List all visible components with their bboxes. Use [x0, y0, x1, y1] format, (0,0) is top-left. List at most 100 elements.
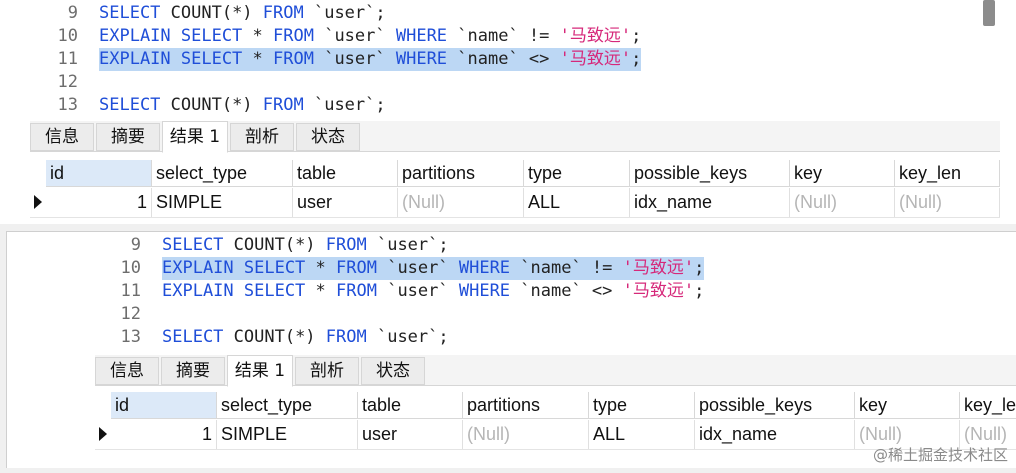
sql-keyword: FROM	[336, 258, 377, 278]
row-indicator-icon	[34, 195, 42, 209]
column-header-type[interactable]: type	[524, 160, 630, 187]
bottom-result-tabs: 信息 摘要 结果 1 剖析 状态	[95, 355, 1016, 387]
column-header-id[interactable]: id	[46, 160, 152, 187]
line-number: 10	[57, 26, 78, 46]
code-line[interactable]: 9 SELECT COUNT(*) FROM `user`;	[26, 2, 926, 25]
code-line[interactable]: 13 SELECT COUNT(*) FROM `user`;	[26, 94, 926, 116]
column-header-type[interactable]: type	[589, 392, 695, 419]
code-line[interactable]: 12	[63, 303, 963, 326]
column-header-partitions[interactable]: partitions	[398, 160, 524, 187]
column-header-possible-keys[interactable]: possible_keys	[695, 392, 855, 419]
sql-keyword: WHERE	[395, 26, 448, 46]
tab-result-1[interactable]: 结果 1	[227, 355, 293, 387]
cell-select-type[interactable]: SIMPLE	[152, 188, 293, 217]
tab-status[interactable]: 状态	[296, 123, 360, 151]
sql-identifier: COUNT(*)	[223, 327, 326, 347]
sql-keyword: FROM	[325, 327, 367, 347]
tab-result-1[interactable]: 结果 1	[162, 121, 228, 153]
sql-keyword: FROM	[325, 235, 367, 255]
cell-type[interactable]: ALL	[524, 188, 630, 217]
sql-identifier: `user`	[313, 26, 396, 46]
column-header-select-type[interactable]: select_type	[152, 160, 293, 187]
sql-identifier: ;	[694, 258, 705, 278]
column-header-key[interactable]: key	[790, 160, 895, 187]
cell-table[interactable]: user	[293, 188, 398, 217]
sql-identifier: COUNT(*)	[223, 235, 326, 255]
bottom-panel: 9 SELECT COUNT(*) FROM `user`; 10 EXPLAIN S…	[6, 231, 1016, 468]
top-editor[interactable]: 9 SELECT COUNT(*) FROM `user`; 10 EXPLAIN S…	[26, 0, 976, 116]
code-text: SELECT COUNT(*) FROM `user`;	[162, 234, 449, 257]
cell-key[interactable]: (Null)	[790, 188, 895, 217]
sql-identifier: ;	[631, 26, 642, 46]
line-number: 13	[120, 327, 141, 347]
cell-partitions[interactable]: (Null)	[398, 188, 524, 217]
sql-keyword: EXPLAIN SELECT	[162, 281, 306, 301]
row-divider	[30, 217, 1000, 218]
line-number: 11	[120, 281, 141, 301]
line-number: 9	[130, 235, 141, 255]
watermark: @稀土掘金技术社区	[872, 446, 1008, 464]
sql-keyword: WHERE	[458, 281, 511, 301]
cell-select-type[interactable]: SIMPLE	[217, 420, 358, 449]
bottom-result-grid: id 1 select_type SIMPLE table user partitions(…	[95, 392, 1016, 452]
code-line[interactable]: 11 EXPLAIN SELECT * FROM `user` WHERE `na…	[26, 48, 926, 71]
column-header-id[interactable]: id	[111, 392, 217, 419]
code-line[interactable]: 11 EXPLAIN SELECT * FROM `user` WHERE `na…	[63, 280, 963, 303]
cell-id[interactable]: 1	[111, 420, 217, 449]
sql-keyword: WHERE	[395, 49, 448, 69]
code-line[interactable]: 9 SELECT COUNT(*) FROM `user`;	[63, 234, 963, 257]
code-text: SELECT COUNT(*) FROM `user`;	[162, 326, 449, 349]
column-header-table[interactable]: table	[293, 160, 398, 187]
column-header-key-len[interactable]: key_len	[895, 160, 1000, 187]
sql-identifier: `user`	[313, 49, 396, 69]
cell-key-len[interactable]: (Null)	[895, 188, 1000, 217]
sql-identifier: `name` !=	[510, 258, 623, 278]
line-number: 13	[57, 95, 78, 115]
tab-info[interactable]: 信息	[30, 123, 94, 151]
cell-possible-keys[interactable]: idx_name	[630, 188, 790, 217]
sql-identifier: *	[242, 49, 274, 69]
sql-string: '马致远'	[559, 49, 632, 69]
cell-type[interactable]: ALL	[589, 420, 695, 449]
selected-code-text: EXPLAIN SELECT * FROM `user` WHERE `name…	[99, 48, 642, 71]
cell-id[interactable]: 1	[46, 188, 152, 217]
column-header-select-type[interactable]: select_type	[217, 392, 358, 419]
row-indicator-icon	[99, 427, 107, 441]
sql-identifier: `user`;	[303, 3, 386, 23]
sql-string: '马致远'	[559, 26, 632, 46]
tab-summary[interactable]: 摘要	[161, 357, 225, 385]
cell-partitions[interactable]: (Null)	[463, 420, 589, 449]
sql-identifier: COUNT(*)	[160, 95, 263, 115]
code-line[interactable]: 10 EXPLAIN SELECT * FROM `user` WHERE `na…	[26, 25, 926, 48]
sql-identifier: *	[305, 258, 337, 278]
tab-status[interactable]: 状态	[361, 357, 425, 385]
tab-profile[interactable]: 剖析	[230, 123, 294, 151]
tab-info[interactable]: 信息	[95, 357, 159, 385]
tab-summary[interactable]: 摘要	[96, 123, 160, 151]
sql-identifier: `user`;	[366, 235, 449, 255]
sql-identifier: ;	[694, 281, 705, 301]
tab-profile[interactable]: 剖析	[295, 357, 359, 385]
code-text: EXPLAIN SELECT * FROM `user` WHERE `name…	[162, 280, 704, 303]
code-line[interactable]: 12	[26, 71, 926, 94]
sql-keyword: WHERE	[458, 258, 511, 278]
top-editor-scrollbar[interactable]	[983, 0, 995, 26]
top-result-tabs: 信息 摘要 结果 1 剖析 状态	[30, 121, 1000, 153]
line-number: 10	[120, 258, 141, 278]
sql-keyword: SELECT	[162, 327, 224, 347]
top-panel: 9 SELECT COUNT(*) FROM `user`; 10 EXPLAIN S…	[0, 0, 1016, 224]
code-line[interactable]: 10 EXPLAIN SELECT * FROM `user` WHERE `na…	[63, 257, 963, 280]
column-header-possible-keys[interactable]: possible_keys	[630, 160, 790, 187]
cell-possible-keys[interactable]: idx_name	[695, 420, 855, 449]
code-line[interactable]: 13 SELECT COUNT(*) FROM `user`;	[63, 326, 963, 349]
sql-identifier: `name` <>	[447, 49, 560, 69]
sql-identifier: *	[305, 281, 337, 301]
code-text: EXPLAIN SELECT * FROM `user` WHERE `name…	[99, 25, 641, 48]
column-header-key[interactable]: key	[855, 392, 960, 419]
column-header-key-len[interactable]: key_len	[960, 392, 1016, 419]
line-number: 12	[120, 304, 141, 324]
column-header-partitions[interactable]: partitions	[463, 392, 589, 419]
column-header-table[interactable]: table	[358, 392, 463, 419]
sql-identifier: `user`	[376, 281, 459, 301]
cell-table[interactable]: user	[358, 420, 463, 449]
